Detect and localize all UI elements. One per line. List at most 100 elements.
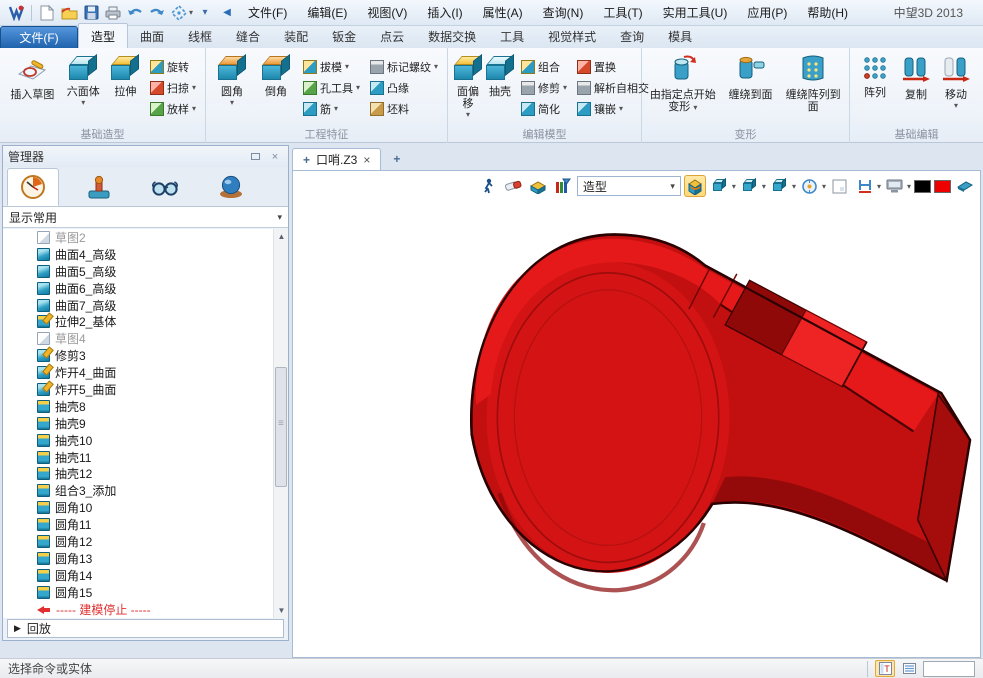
scroll-up-icon[interactable]: ▲	[274, 229, 288, 244]
tab-mold[interactable]: 模具	[656, 24, 704, 48]
tree-item[interactable]: 抽壳10	[3, 432, 288, 449]
loft-button[interactable]: 放样 ▾	[147, 99, 199, 118]
close-tab-icon[interactable]: ×	[363, 153, 370, 167]
tree-item[interactable]: 圆角12	[3, 533, 288, 550]
dropdown-arrow-icon[interactable]: ▾	[192, 104, 196, 113]
tree-item-history-stop[interactable]: ----- 建模停止 -----	[3, 601, 288, 618]
display-mode-button[interactable]	[739, 175, 761, 197]
dropdown-arrow-icon[interactable]: ▾	[619, 104, 623, 113]
tab-visual-style[interactable]: 视觉样式	[536, 24, 608, 48]
tree-item[interactable]: 圆角15	[3, 584, 288, 601]
tree-item[interactable]: 抽壳12	[3, 465, 288, 482]
tab-inquire[interactable]: 查询	[608, 24, 656, 48]
tree-item[interactable]: 炸开4_曲面	[3, 364, 288, 381]
menu-help[interactable]: 帮助(H)	[798, 1, 857, 24]
new-document-tab-button[interactable]: +	[381, 148, 412, 170]
shell-button[interactable]: 抽壳	[484, 50, 516, 98]
revolve-button[interactable]: 旋转	[147, 57, 199, 76]
tab-surface[interactable]: 曲面	[128, 24, 176, 48]
show-target-icon[interactable]	[527, 175, 549, 197]
tab-shape[interactable]: 造型	[78, 23, 128, 48]
list-panel-toggle-button[interactable]	[899, 660, 919, 677]
tree-item[interactable]: 炸开5_曲面	[3, 381, 288, 398]
dropdown-arrow-icon[interactable]: ▾	[762, 182, 766, 191]
visual-style-button[interactable]	[769, 175, 791, 197]
tree-item[interactable]: 草图4	[3, 330, 288, 347]
scroll-down-icon[interactable]: ▼	[274, 603, 288, 618]
tab-assembly[interactable]: 装配	[272, 24, 320, 48]
simplify-button[interactable]: 简化	[518, 99, 570, 118]
copy-button[interactable]: 复制	[896, 50, 936, 101]
background-button[interactable]	[829, 175, 851, 197]
pattern-button[interactable]: 阵列	[854, 50, 896, 99]
menu-applications[interactable]: 应用(P)	[738, 1, 796, 24]
exit-walk-icon[interactable]	[477, 175, 499, 197]
view-manager-tab[interactable]	[205, 168, 257, 206]
tree-item[interactable]: 曲面6_高级	[3, 280, 288, 297]
dropdown-arrow-icon[interactable]: ▾	[230, 98, 234, 107]
extrude-button[interactable]: 拉伸	[106, 50, 145, 98]
tree-item[interactable]: 圆角11	[3, 516, 288, 533]
status-input-field[interactable]	[923, 661, 975, 677]
panel-close-icon[interactable]: ×	[267, 150, 283, 164]
tree-item[interactable]: 曲面5_高级	[3, 263, 288, 280]
insert-sketch-button[interactable]: 插入草图	[4, 50, 61, 101]
tree-item[interactable]: 修剪3	[3, 347, 288, 364]
wrap-pattern-to-face-button[interactable]: 缠绕阵列到面	[781, 50, 845, 113]
tree-item[interactable]: 拉伸2_基体	[3, 313, 288, 330]
menu-view[interactable]: 视图(V)	[358, 1, 416, 24]
menu-utilities[interactable]: 实用工具(U)	[654, 1, 737, 24]
new-file-icon[interactable]	[37, 3, 57, 23]
wrap-to-face-button[interactable]: 缠绕到面	[720, 50, 782, 101]
dropdown-arrow-icon[interactable]: ▾	[693, 103, 697, 112]
rotate-view-button[interactable]	[799, 175, 821, 197]
fillet-button[interactable]: 圆角 ▾	[210, 50, 254, 107]
dropdown-arrow-icon[interactable]: ▾	[877, 182, 881, 191]
hole-tools-button[interactable]: 孔工具 ▾	[300, 78, 363, 97]
redo-icon[interactable]	[147, 3, 167, 23]
graphics-area[interactable]: 造型 ▾ ▾ ▾ ▾ ▾ ▾ ▾	[292, 170, 981, 658]
dropdown-arrow-icon[interactable]: ▾	[356, 83, 360, 92]
menu-inquire[interactable]: 查询(N)	[534, 1, 593, 24]
tab-tools[interactable]: 工具	[488, 24, 536, 48]
file-menu-button[interactable]: 文件(F)	[0, 26, 78, 48]
selection-target-icon[interactable]	[169, 3, 189, 23]
tree-item[interactable]: 曲面4_高级	[3, 246, 288, 263]
document-tab-active[interactable]: + 口哨.Z3 ×	[292, 148, 381, 170]
display-monitor-button[interactable]	[884, 175, 906, 197]
trim-button[interactable]: 修剪 ▾	[518, 78, 570, 97]
flange-button[interactable]: 凸缘	[367, 78, 441, 97]
sweep-button[interactable]: 扫掠 ▾	[147, 78, 199, 97]
eraser-icon[interactable]	[502, 175, 524, 197]
tree-item[interactable]: 曲面7_高级	[3, 297, 288, 314]
print-icon[interactable]	[103, 3, 123, 23]
dropdown-arrow-icon[interactable]: ▾	[466, 110, 470, 119]
replace-button[interactable]: 置换	[574, 57, 652, 76]
save-icon[interactable]	[81, 3, 101, 23]
dropdown-arrow-icon[interactable]: ▾	[563, 83, 567, 92]
face-color-swatch-red[interactable]	[934, 180, 951, 193]
tree-item[interactable]: 圆角14	[3, 567, 288, 584]
quick-access-dropdown-icon[interactable]: ▾	[189, 8, 193, 17]
dropdown-arrow-icon[interactable]: ▾	[434, 62, 438, 71]
dropdown-arrow-icon[interactable]: ▾	[954, 101, 958, 110]
mode-select[interactable]: 造型 ▾	[577, 176, 681, 196]
draft-button[interactable]: 拔模 ▾	[300, 57, 363, 76]
resolve-self-intersection-button[interactable]: 解析自相交	[574, 78, 652, 97]
chamfer-button[interactable]: 倒角	[254, 50, 298, 98]
tree-item[interactable]: 抽壳11	[3, 449, 288, 466]
dropdown-arrow-icon[interactable]: ▾	[822, 182, 826, 191]
stock-button[interactable]: 坯料	[367, 99, 441, 118]
menu-attributes[interactable]: 属性(A)	[474, 1, 532, 24]
inlay-button[interactable]: 镶嵌 ▾	[574, 99, 652, 118]
scrollbar-thumb[interactable]	[275, 367, 287, 487]
text-panel-toggle-button[interactable]: T	[875, 660, 895, 677]
dropdown-arrow-icon[interactable]: ▾	[334, 104, 338, 113]
shaded-display-button[interactable]	[684, 175, 706, 197]
section-view-button[interactable]	[854, 175, 876, 197]
menu-file[interactable]: 文件(F)	[239, 1, 296, 24]
mark-thread-button[interactable]: 标记螺纹 ▾	[367, 57, 441, 76]
expand-triangle-icon[interactable]: ▶	[14, 623, 21, 634]
box-button[interactable]: 六面体 ▾	[61, 50, 106, 107]
media-prev-icon[interactable]: ◀	[217, 3, 237, 23]
